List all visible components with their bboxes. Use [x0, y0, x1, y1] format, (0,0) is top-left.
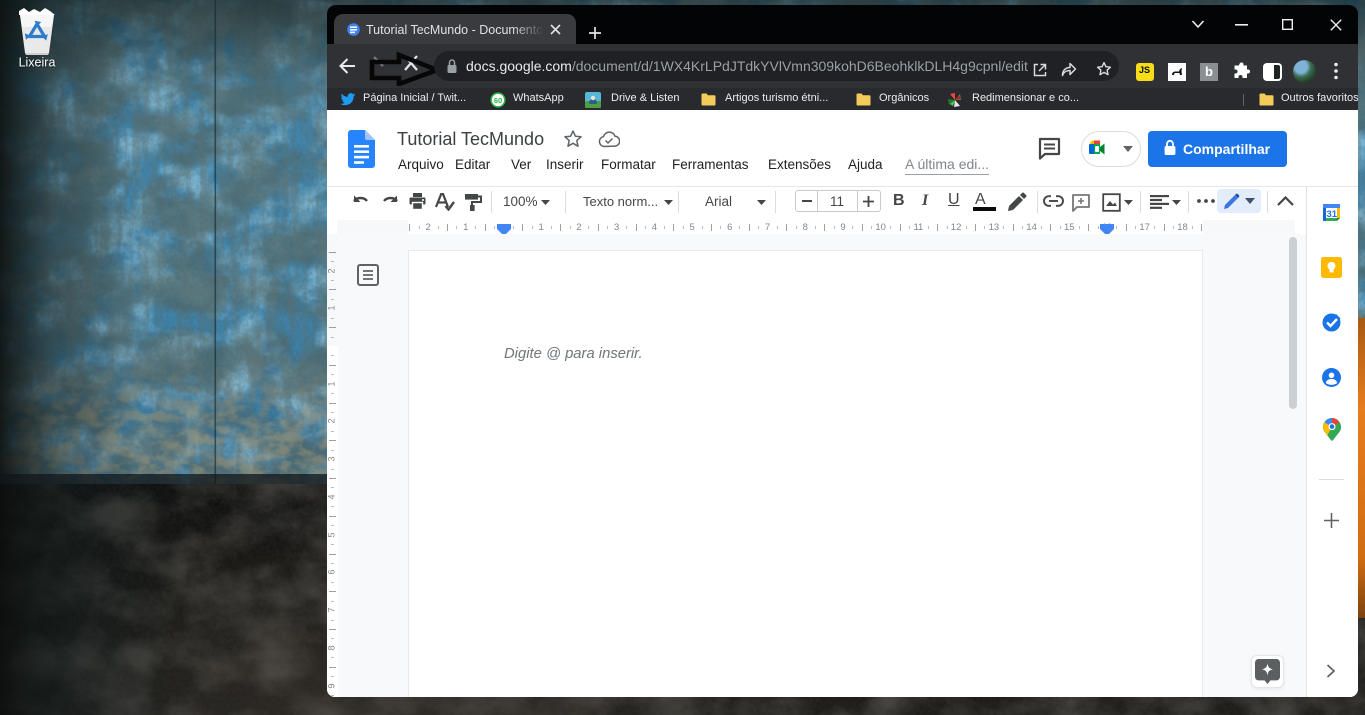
- svg-text:60: 60: [494, 96, 502, 105]
- svg-text:31: 31: [1327, 209, 1338, 220]
- svg-text:Lixeira: Lixeira: [19, 56, 56, 70]
